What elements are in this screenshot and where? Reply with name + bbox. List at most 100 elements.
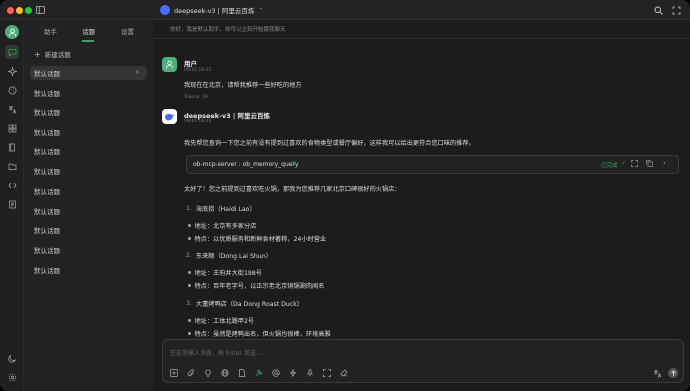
- new-topic-button[interactable]: + 新建话题: [34, 49, 71, 60]
- code-icon[interactable]: [5, 178, 19, 192]
- chevron-right-icon[interactable]: ›: [663, 159, 666, 167]
- token-count: Tokens: 19: [184, 95, 208, 100]
- tab-settings[interactable]: 设置: [121, 26, 134, 36]
- restaurant-title: 海底捞（Haidi Lao）: [195, 206, 256, 213]
- expand-icon[interactable]: [631, 160, 639, 168]
- list-item: 地址：工体北路甲2号: [188, 316, 254, 325]
- close-icon[interactable]: ✕: [135, 69, 140, 76]
- system-prompt-bar[interactable]: 你好，我是默认助手。你可以立刻开始跟我聊天: [153, 20, 690, 39]
- topic-label: 默认话题: [34, 148, 60, 156]
- sidebar-tabs: 助手 话题 设置: [24, 26, 153, 42]
- translate-icon[interactable]: [5, 102, 19, 116]
- settings-gear-icon[interactable]: [5, 370, 19, 384]
- bullet: [188, 332, 191, 335]
- search-icon[interactable]: [653, 5, 663, 15]
- topic-item[interactable]: 默认话题: [30, 263, 147, 277]
- new-topic-label: 新建话题: [44, 51, 71, 59]
- message-input-placeholder[interactable]: 在这里输入消息，按 Enter 发送...: [170, 348, 262, 357]
- topics-sidebar: 助手 话题 设置 + 新建话题 默认话题 ✕ 默认话题 默认话题 默认话题 默认…: [24, 20, 153, 391]
- maximize-icon[interactable]: [322, 368, 332, 378]
- eraser-icon[interactable]: [339, 368, 349, 378]
- close-window-button[interactable]: [7, 7, 14, 14]
- restaurant-detail: 地址：工体北路甲2号: [194, 318, 255, 325]
- tab-assistants[interactable]: 助手: [44, 26, 57, 36]
- restaurant-detail: 地址：王府井大街198号: [194, 270, 263, 277]
- topic-label: 默认话题: [34, 247, 60, 255]
- list-item: 特点：虽然是烤鸭出名，但火锅也很棒，环境高雅: [188, 329, 331, 338]
- theme-moon-icon[interactable]: [5, 351, 19, 365]
- list-item: 特点：以优质服务和新鲜食材著称，24小时营业: [188, 234, 326, 243]
- tool-call-name: ob-mcp-server : ob_memory_query: [193, 161, 299, 168]
- bullet: [188, 224, 191, 227]
- topic-label: 默认话题: [34, 188, 60, 196]
- check-circle-icon: ⊘: [291, 160, 297, 167]
- active-tab-indicator: [82, 40, 94, 42]
- minimize-window-button[interactable]: [16, 7, 23, 14]
- list-item: 3. 大董烤鸭店（Da Dong Roast Duck）: [186, 299, 303, 308]
- bullet: [188, 271, 191, 274]
- send-button[interactable]: [668, 368, 678, 378]
- restaurant-detail: 特点：虽然是烤鸭出名，但火锅也很棒，环境高雅: [194, 331, 331, 338]
- pin-icon[interactable]: [305, 368, 315, 378]
- topic-item[interactable]: 默认话题: [30, 105, 147, 119]
- restaurant-detail: 特点：百年老字号，以正宗老北京铜锅涮肉闻名: [194, 283, 325, 290]
- list-item: 1. 海底捞（Haidi Lao）: [186, 204, 256, 213]
- title-bar: deepseek-v3 | 阿里云百炼 ⌃: [0, 0, 690, 20]
- list-item: 特点：百年老字号，以正宗老北京铜锅涮肉闻名: [188, 281, 324, 290]
- knowledge-book-icon[interactable]: [5, 140, 19, 154]
- tab-topics[interactable]: 话题: [82, 26, 95, 36]
- topic-label: 默认话题: [34, 90, 60, 98]
- mcp-hammer-icon[interactable]: [254, 368, 264, 378]
- at-mention-icon[interactable]: [271, 368, 281, 378]
- sparkle-agents-icon[interactable]: [5, 64, 19, 78]
- new-topic-icon[interactable]: [169, 368, 179, 378]
- palette-icon[interactable]: [5, 83, 19, 97]
- globe-icon[interactable]: [220, 368, 230, 378]
- topic-label: 默认话题: [34, 267, 60, 275]
- apps-grid-icon[interactable]: [5, 121, 19, 135]
- document-icon[interactable]: [237, 368, 247, 378]
- topic-label: 默认话题: [34, 109, 60, 117]
- topic-item[interactable]: 默认话题 ✕: [30, 66, 147, 80]
- message-input-box[interactable]: 在这里输入消息，按 Enter 发送...: [162, 339, 684, 383]
- notes-icon[interactable]: [5, 197, 19, 211]
- user-avatar[interactable]: [5, 25, 19, 39]
- topic-label: 默认话题: [34, 129, 60, 137]
- zoom-window-button[interactable]: [25, 7, 32, 14]
- model-selector[interactable]: deepseek-v3 | 阿里云百炼 ⌃: [160, 4, 263, 16]
- topic-item[interactable]: 默认话题: [30, 86, 147, 100]
- user-message-time: 09/16 16:22: [184, 68, 212, 73]
- deepseek-logo-icon: [160, 5, 170, 15]
- fullscreen-icon[interactable]: [671, 5, 681, 15]
- copy-icon[interactable]: [646, 160, 654, 168]
- topic-item[interactable]: 默认话题: [30, 125, 147, 139]
- topic-item[interactable]: 默认话题: [30, 204, 147, 218]
- list-number: 3.: [186, 300, 192, 307]
- translate-icon[interactable]: [652, 368, 662, 378]
- lightbulb-icon[interactable]: [203, 368, 213, 378]
- zap-icon[interactable]: [288, 368, 298, 378]
- tool-call-card[interactable]: ob-mcp-server : ob_memory_query ⊘ 已完成 ✓ …: [186, 155, 679, 174]
- user-name: 用户: [184, 60, 197, 68]
- topic-item[interactable]: 默认话题: [30, 223, 147, 237]
- topic-item[interactable]: 默认话题: [30, 184, 147, 198]
- user-avatar: [162, 57, 177, 72]
- bullet: [188, 237, 191, 240]
- model-selector-label: deepseek-v3 | 阿里云百炼: [174, 7, 255, 15]
- assistant-message-time: 09/16 16:22: [184, 119, 212, 124]
- topic-item[interactable]: 默认话题: [30, 243, 147, 257]
- list-number: 1.: [186, 205, 192, 212]
- system-prompt-text: 你好，我是默认助手。你可以立刻开始跟我聊天: [170, 27, 286, 33]
- topic-label: 默认话题: [34, 168, 60, 176]
- topic-item[interactable]: 默认话题: [30, 144, 147, 158]
- topic-label: 默认话题: [34, 70, 60, 78]
- topic-item[interactable]: 默认话题: [30, 164, 147, 178]
- chat-icon[interactable]: [5, 45, 19, 59]
- restaurant-title: 东来顺（Dong Lai Shun）: [195, 253, 272, 260]
- restaurant-detail: 特点：以优质服务和新鲜食材著称，24小时营业: [194, 236, 327, 243]
- list-item: 地址：王府井大街198号: [188, 268, 262, 277]
- assistant-intro-text: 我先帮您查询一下您之前有没有提到过喜欢的食物类型或餐厅偏好，这样我可以给出更符合…: [184, 140, 475, 147]
- sidebar-toggle-icon[interactable]: [35, 5, 45, 15]
- folder-icon[interactable]: [5, 159, 19, 173]
- attachment-icon[interactable]: [186, 368, 196, 378]
